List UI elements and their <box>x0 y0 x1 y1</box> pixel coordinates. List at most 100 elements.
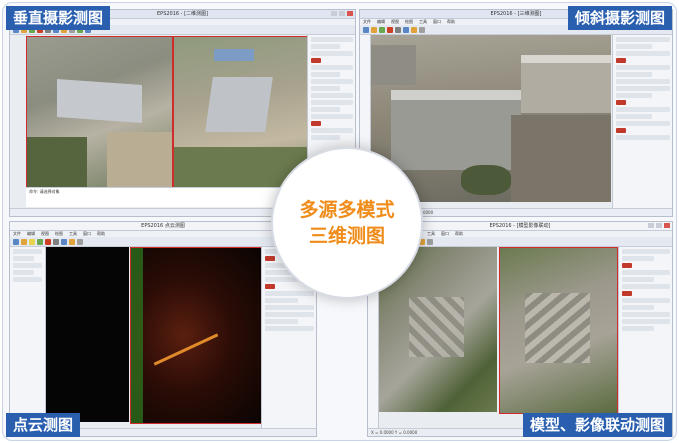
tool-icon[interactable] <box>387 26 393 33</box>
property-row[interactable] <box>616 135 670 140</box>
maximize-icon[interactable] <box>339 11 345 16</box>
tool-icon[interactable] <box>419 26 425 33</box>
tool-icon[interactable] <box>395 26 401 33</box>
pointcloud-color-view[interactable] <box>130 247 262 424</box>
property-row[interactable] <box>311 135 340 140</box>
property-row[interactable] <box>616 51 670 56</box>
color-swatch[interactable] <box>616 100 626 105</box>
menu-item[interactable]: 绘图 <box>405 19 413 24</box>
property-row[interactable] <box>622 312 670 317</box>
property-row[interactable] <box>311 93 353 98</box>
menu-item[interactable]: 工具 <box>419 19 427 24</box>
property-row[interactable] <box>311 86 340 91</box>
layer-row[interactable] <box>13 263 42 268</box>
property-row[interactable] <box>622 284 670 289</box>
property-row[interactable] <box>311 107 340 112</box>
property-row[interactable] <box>311 44 340 49</box>
property-row[interactable] <box>311 79 353 84</box>
tool-icon[interactable] <box>37 238 43 245</box>
color-swatch[interactable] <box>622 291 632 296</box>
property-row[interactable] <box>616 93 652 98</box>
property-row[interactable] <box>616 121 670 126</box>
command-window[interactable]: 命令: 请选择对象 <box>26 187 309 207</box>
tool-icon[interactable] <box>77 238 83 245</box>
property-row[interactable] <box>311 72 340 77</box>
property-row[interactable] <box>616 44 652 49</box>
minimize-icon[interactable] <box>648 223 654 228</box>
property-row[interactable] <box>622 305 655 310</box>
menu-item[interactable]: 视图 <box>41 231 49 236</box>
menu-item[interactable]: 工具 <box>69 231 77 236</box>
property-row[interactable] <box>265 305 314 310</box>
tool-icon[interactable] <box>45 238 51 245</box>
menu-item[interactable]: 文件 <box>13 231 21 236</box>
minimize-icon[interactable] <box>331 11 337 16</box>
menu-item[interactable]: 帮助 <box>455 231 463 236</box>
property-row[interactable] <box>265 291 314 296</box>
model-view[interactable] <box>499 247 618 414</box>
color-swatch[interactable] <box>265 256 275 261</box>
color-swatch[interactable] <box>616 58 626 63</box>
property-row[interactable] <box>622 277 655 282</box>
property-row[interactable] <box>311 100 353 105</box>
property-row[interactable] <box>616 107 670 112</box>
tool-icon[interactable] <box>427 238 433 245</box>
window-controls[interactable] <box>331 11 353 16</box>
color-swatch[interactable] <box>622 263 632 268</box>
tool-icon[interactable] <box>21 238 27 245</box>
layer-row[interactable] <box>13 256 34 261</box>
tool-icon[interactable] <box>411 26 417 33</box>
property-row[interactable] <box>265 326 314 331</box>
tool-icon[interactable] <box>29 238 35 245</box>
window-controls[interactable] <box>648 223 670 228</box>
property-row[interactable] <box>616 65 670 70</box>
property-row[interactable] <box>616 114 652 119</box>
ortho-image-view[interactable] <box>26 36 173 188</box>
tool-icon[interactable] <box>403 26 409 33</box>
property-row[interactable] <box>265 312 314 317</box>
menu-item[interactable]: 帮助 <box>97 231 105 236</box>
menu-item[interactable]: 窗口 <box>441 231 449 236</box>
close-icon[interactable] <box>347 11 353 16</box>
property-row[interactable] <box>622 298 670 303</box>
property-row[interactable] <box>616 37 670 42</box>
color-swatch[interactable] <box>311 58 321 63</box>
property-row[interactable] <box>622 249 670 254</box>
tool-icon[interactable] <box>363 26 369 33</box>
menu-item[interactable]: 文件 <box>363 19 371 24</box>
property-row[interactable] <box>616 79 670 84</box>
property-row[interactable] <box>622 326 655 331</box>
menu-item[interactable]: 帮助 <box>447 19 455 24</box>
property-row[interactable] <box>265 319 298 324</box>
menu-item[interactable]: 窗口 <box>83 231 91 236</box>
tool-icon[interactable] <box>371 26 377 33</box>
tool-icon[interactable] <box>379 26 385 33</box>
property-row[interactable] <box>311 128 353 133</box>
tool-icon[interactable] <box>13 238 19 245</box>
menu-item[interactable]: 窗口 <box>433 19 441 24</box>
tool-icon[interactable] <box>53 238 59 245</box>
color-swatch[interactable] <box>311 121 321 126</box>
property-row[interactable] <box>622 319 670 324</box>
menu-item[interactable]: 编辑 <box>377 19 385 24</box>
property-row[interactable] <box>616 86 670 91</box>
color-swatch[interactable] <box>265 284 275 289</box>
property-row[interactable] <box>622 270 670 275</box>
color-swatch[interactable] <box>616 128 626 133</box>
property-row[interactable] <box>311 37 353 42</box>
menu-item[interactable]: 工具 <box>427 231 435 236</box>
tool-icon[interactable] <box>61 238 67 245</box>
layer-row[interactable] <box>13 270 34 275</box>
property-row[interactable] <box>265 298 298 303</box>
tool-icon[interactable] <box>69 238 75 245</box>
menu-item[interactable]: 绘图 <box>55 231 63 236</box>
property-row[interactable] <box>311 51 353 56</box>
property-row[interactable] <box>616 72 652 77</box>
maximize-icon[interactable] <box>656 223 662 228</box>
menu-item[interactable]: 编辑 <box>27 231 35 236</box>
property-row[interactable] <box>622 256 655 261</box>
oblique-image-view[interactable] <box>173 36 308 188</box>
property-row[interactable] <box>311 65 353 70</box>
layer-row[interactable] <box>13 277 42 282</box>
property-row[interactable] <box>311 114 353 119</box>
